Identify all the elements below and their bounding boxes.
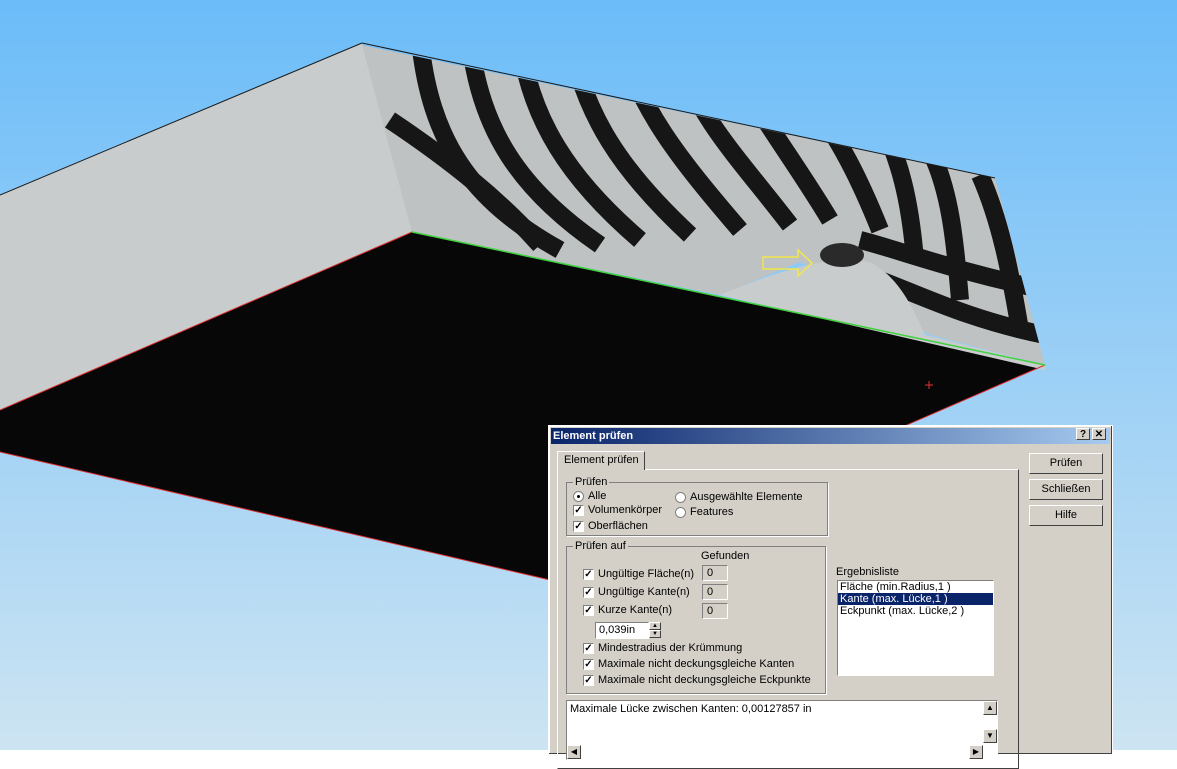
- check-scope-legend: Prüfen: [573, 475, 610, 489]
- checkbox-invalid-faces-label: Ungültige Fläche(n): [598, 568, 694, 580]
- short-edges-count: 0: [702, 603, 728, 619]
- checkbox-invalid-edges-label: Ungültige Kante(n): [598, 586, 690, 598]
- radio-features[interactable]: Features: [675, 506, 733, 518]
- checkbox-max-gap-edges[interactable]: ✓ Maximale nicht deckungsgleiche Kanten: [583, 658, 794, 670]
- checkbox-min-radius-box: ✓: [583, 642, 594, 654]
- tab-check-entity[interactable]: Element prüfen: [557, 451, 645, 470]
- checkbox-short-edges-box: ✓: [583, 604, 594, 616]
- results-list[interactable]: Fläche (min.Radius,1 ) Kante (max. Lücke…: [837, 580, 994, 676]
- checkbox-invalid-edges[interactable]: ✓ Ungültige Kante(n): [583, 586, 690, 598]
- checkbox-max-gap-vertices-label: Maximale nicht deckungsgleiche Eckpunkte: [598, 674, 811, 686]
- scroll-up-icon[interactable]: ▲: [983, 701, 997, 715]
- tab-panel: Prüfen Alle ✓ Volumenkörper ✓ Oberfläche…: [557, 469, 1019, 769]
- short-edge-length-input[interactable]: 0,039in: [595, 622, 649, 639]
- spin-up-icon[interactable]: ▲: [649, 622, 661, 630]
- check-button[interactable]: Prüfen: [1029, 453, 1103, 474]
- results-item-face[interactable]: Fläche (min.Radius,1 ): [838, 581, 993, 593]
- close-button[interactable]: Schließen: [1029, 479, 1103, 500]
- radio-selected-label: Ausgewählte Elemente: [690, 491, 803, 503]
- checkbox-surfaces-box: ✓: [573, 520, 584, 532]
- results-item-vertex[interactable]: Eckpunkt (max. Lücke,2 ): [838, 605, 993, 617]
- radio-selected-indicator: [675, 491, 686, 503]
- checkbox-invalid-faces-box: ✓: [583, 568, 594, 580]
- check-entity-dialog: Element prüfen ? ✕ Prüfen Schließen Hilf…: [548, 425, 1113, 769]
- scroll-right-icon[interactable]: ▶: [969, 745, 983, 759]
- checkbox-solids[interactable]: ✓ Volumenkörper: [573, 504, 662, 516]
- radio-all-indicator: [573, 490, 584, 502]
- radio-features-label: Features: [690, 506, 734, 518]
- results-item-edge[interactable]: Kante (max. Lücke,1 ): [838, 593, 993, 605]
- gap-highlight: [820, 243, 864, 267]
- scroll-left-icon[interactable]: ◀: [567, 745, 581, 759]
- checkbox-short-edges[interactable]: ✓ Kurze Kante(n): [583, 604, 672, 616]
- invalid-edges-count: 0: [702, 584, 728, 600]
- checkbox-min-radius[interactable]: ✓ Mindestradius der Krümmung: [583, 642, 742, 654]
- checkbox-solids-label: Volumenkörper: [588, 504, 662, 516]
- help-button[interactable]: Hilfe: [1029, 505, 1103, 526]
- checkbox-surfaces[interactable]: ✓ Oberflächen: [573, 520, 648, 532]
- message-text: Maximale Lücke zwischen Kanten: 0,001278…: [570, 703, 812, 715]
- checkbox-solids-box: ✓: [573, 504, 584, 516]
- checkbox-invalid-edges-box: ✓: [583, 586, 594, 598]
- radio-features-indicator: [675, 506, 686, 518]
- radio-all[interactable]: Alle: [573, 490, 606, 502]
- help-icon[interactable]: ?: [1076, 428, 1090, 440]
- checkbox-max-gap-edges-label: Maximale nicht deckungsgleiche Kanten: [598, 658, 795, 670]
- checkbox-invalid-faces[interactable]: ✓ Ungültige Fläche(n): [583, 568, 694, 580]
- checkbox-max-gap-vertices-box: ✓: [583, 674, 594, 686]
- dialog-title: Element prüfen: [553, 430, 634, 442]
- radio-selected-entities[interactable]: Ausgewählte Elemente: [675, 491, 803, 503]
- check-scope-group: Prüfen Alle ✓ Volumenkörper ✓ Oberfläche…: [566, 475, 828, 536]
- found-header: Gefunden: [701, 550, 750, 562]
- checkbox-min-radius-label: Mindestradius der Krümmung: [598, 642, 743, 654]
- scroll-down-icon[interactable]: ▼: [983, 729, 997, 743]
- dialog-titlebar[interactable]: Element prüfen: [551, 428, 1110, 444]
- spin-down-icon[interactable]: ▼: [649, 630, 661, 638]
- check-for-legend: Prüfen auf: [573, 539, 628, 553]
- checkbox-max-gap-vertices[interactable]: ✓ Maximale nicht deckungsgleiche Eckpunk…: [583, 674, 811, 686]
- radio-all-label: Alle: [588, 490, 607, 502]
- checkbox-short-edges-label: Kurze Kante(n): [598, 604, 672, 616]
- results-label: Ergebnisliste: [836, 566, 899, 578]
- message-box[interactable]: Maximale Lücke zwischen Kanten: 0,001278…: [566, 700, 998, 760]
- invalid-faces-count: 0: [702, 565, 728, 581]
- checkbox-surfaces-label: Oberflächen: [588, 520, 648, 532]
- check-for-group: Prüfen auf Gefunden ✓ Ungültige Fläche(n…: [566, 539, 826, 694]
- close-icon[interactable]: ✕: [1092, 428, 1106, 440]
- checkbox-max-gap-edges-box: ✓: [583, 658, 594, 670]
